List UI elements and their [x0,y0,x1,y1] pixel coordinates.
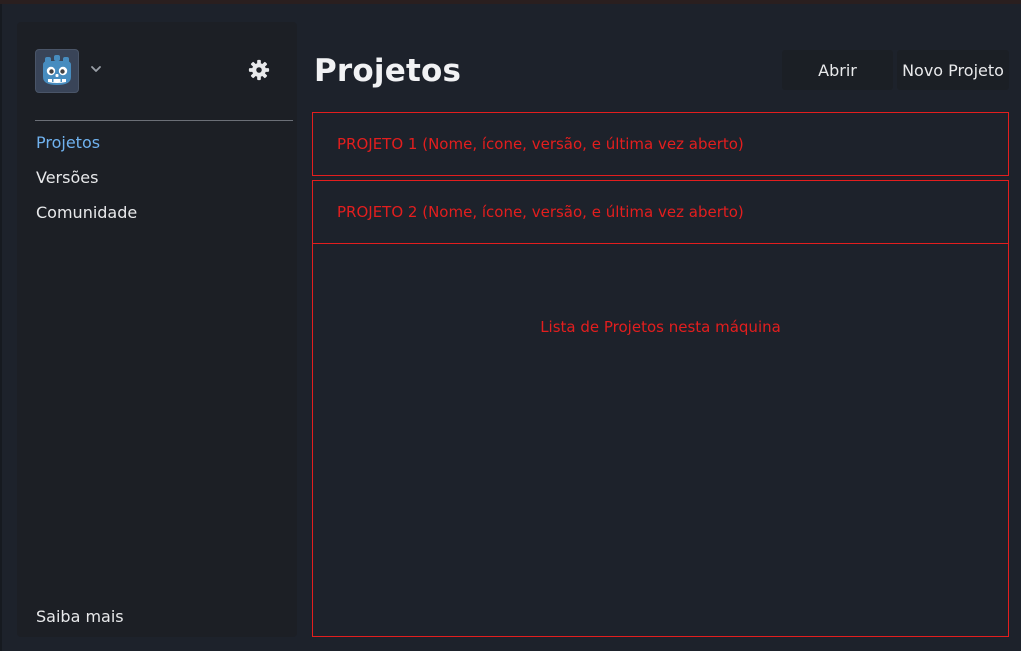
project-item-label: PROJETO 1 (Nome, ícone, versão, e última… [337,135,744,153]
learn-more-link[interactable]: Saiba mais [36,607,124,626]
sidebar-item-versoes[interactable]: Versões [36,168,98,187]
window-top-edge [0,0,1021,4]
gear-icon[interactable] [248,59,270,81]
sidebar-item-comunidade[interactable]: Comunidade [36,203,137,222]
new-project-button[interactable]: Novo Projeto [897,50,1009,90]
window-left-edge [0,4,2,651]
chevron-down-icon[interactable] [89,62,103,76]
sidebar-divider [35,120,293,121]
sidebar: Projetos Versões Comunidade Saiba mais [17,22,297,637]
project-list-item[interactable]: PROJETO 2 (Nome, ícone, versão, e última… [312,180,1009,244]
open-button[interactable]: Abrir [782,50,893,90]
project-list-area: Lista de Projetos nesta máquina [312,243,1009,637]
project-list-item[interactable]: PROJETO 1 (Nome, ícone, versão, e última… [312,112,1009,176]
godot-robot-icon [43,55,71,85]
project-item-label: PROJETO 2 (Nome, ícone, versão, e última… [337,203,744,221]
page-title: Projetos [314,53,462,89]
app-logo-button[interactable] [35,49,79,93]
sidebar-item-projetos[interactable]: Projetos [36,133,100,152]
project-list-caption: Lista de Projetos nesta máquina [540,318,781,336]
